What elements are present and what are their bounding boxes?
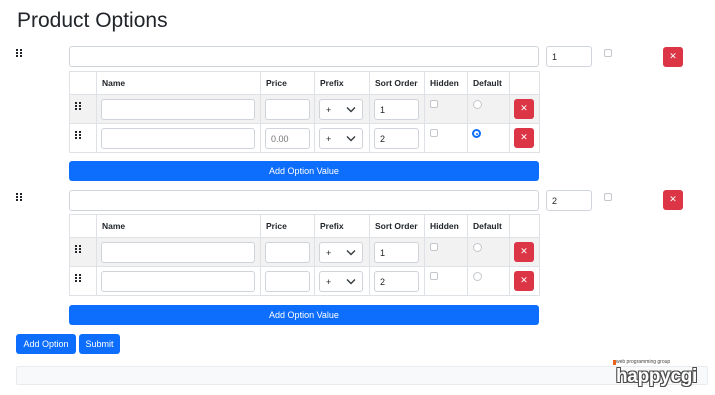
drag-handle-icon[interactable] bbox=[15, 193, 25, 203]
option-sort-order-input[interactable] bbox=[546, 46, 592, 67]
value-hidden-checkbox[interactable] bbox=[430, 129, 438, 137]
value-hidden-checkbox[interactable] bbox=[430, 243, 438, 251]
close-icon: ✕ bbox=[669, 195, 677, 205]
logo-tagline: web programming group bbox=[616, 359, 671, 365]
column-header-name: Name bbox=[96, 214, 261, 238]
value-prefix-select[interactable]: + bbox=[319, 99, 363, 120]
submit-button[interactable]: Submit bbox=[79, 334, 120, 354]
value-sort-order-input[interactable] bbox=[374, 242, 419, 263]
drag-header bbox=[69, 71, 97, 95]
column-header-price: Price bbox=[260, 214, 315, 238]
option-values-table: Name Price Prefix Sort Order Hidden Defa… bbox=[69, 214, 540, 296]
delete-value-button[interactable]: ✕ bbox=[514, 242, 534, 262]
delete-option-button[interactable]: ✕ bbox=[663, 47, 683, 67]
close-icon: ✕ bbox=[520, 276, 528, 286]
value-name-input[interactable] bbox=[101, 128, 255, 149]
value-default-radio[interactable] bbox=[473, 243, 482, 252]
action-header bbox=[509, 71, 540, 95]
option-values-table: Name Price Prefix Sort Order Hidden Defa… bbox=[69, 71, 540, 153]
column-header-default: Default bbox=[467, 71, 510, 95]
add-option-button[interactable]: Add Option bbox=[16, 334, 76, 354]
value-sort-order-input[interactable] bbox=[374, 99, 419, 120]
value-price-input[interactable] bbox=[265, 99, 310, 120]
option-hidden-checkbox[interactable] bbox=[604, 49, 612, 57]
drag-handle-icon[interactable] bbox=[74, 274, 84, 284]
drag-handle-icon[interactable] bbox=[15, 49, 25, 59]
value-default-radio[interactable] bbox=[473, 100, 482, 109]
add-option-value-button[interactable]: Add Option Value bbox=[69, 305, 539, 325]
value-default-radio[interactable] bbox=[473, 272, 482, 281]
drag-handle-icon[interactable] bbox=[74, 131, 84, 141]
bottom-bar bbox=[16, 366, 708, 385]
prefix-selected-value: + bbox=[326, 133, 332, 144]
column-header-sort-order: Sort Order bbox=[369, 71, 425, 95]
drag-handle-icon[interactable] bbox=[74, 245, 84, 255]
value-name-input[interactable] bbox=[101, 99, 255, 120]
value-sort-order-input[interactable] bbox=[374, 271, 419, 292]
table-row: + ✕ bbox=[69, 237, 540, 267]
value-name-input[interactable] bbox=[101, 242, 255, 263]
chevron-down-icon bbox=[346, 279, 356, 285]
prefix-selected-value: + bbox=[326, 276, 332, 287]
close-icon: ✕ bbox=[669, 52, 677, 62]
column-header-prefix: Prefix bbox=[314, 214, 370, 238]
action-header bbox=[509, 214, 540, 238]
chevron-down-icon bbox=[346, 250, 356, 256]
logo: happycgi bbox=[616, 366, 698, 387]
option-name-input[interactable] bbox=[69, 46, 539, 67]
value-prefix-select[interactable]: + bbox=[319, 271, 363, 292]
value-default-radio[interactable] bbox=[472, 129, 481, 138]
value-hidden-checkbox[interactable] bbox=[430, 272, 438, 280]
value-name-input[interactable] bbox=[101, 271, 255, 292]
table-row: + ✕ bbox=[69, 94, 540, 124]
prefix-selected-value: + bbox=[326, 104, 332, 115]
delete-value-button[interactable]: ✕ bbox=[514, 271, 534, 291]
add-option-value-button[interactable]: Add Option Value bbox=[69, 161, 539, 181]
column-header-hidden: Hidden bbox=[424, 71, 468, 95]
column-header-hidden: Hidden bbox=[424, 214, 468, 238]
close-icon: ✕ bbox=[520, 133, 528, 143]
delete-option-button[interactable]: ✕ bbox=[663, 190, 683, 210]
column-header-prefix: Prefix bbox=[314, 71, 370, 95]
close-icon: ✕ bbox=[520, 247, 528, 257]
option-name-input[interactable] bbox=[69, 190, 539, 211]
value-price-input[interactable] bbox=[265, 271, 310, 292]
close-icon: ✕ bbox=[520, 104, 528, 114]
drag-header bbox=[69, 214, 97, 238]
delete-value-button[interactable]: ✕ bbox=[514, 128, 534, 148]
value-prefix-select[interactable]: + bbox=[319, 128, 363, 149]
value-price-input[interactable] bbox=[265, 242, 310, 263]
column-header-default: Default bbox=[467, 214, 510, 238]
drag-handle-icon[interactable] bbox=[74, 102, 84, 112]
column-header-price: Price bbox=[260, 71, 315, 95]
value-price-input[interactable] bbox=[265, 128, 310, 149]
value-hidden-checkbox[interactable] bbox=[430, 100, 438, 108]
column-header-name: Name bbox=[96, 71, 261, 95]
value-sort-order-input[interactable] bbox=[374, 128, 419, 149]
table-row: + ✕ bbox=[69, 266, 540, 296]
chevron-down-icon bbox=[346, 107, 356, 113]
option-hidden-checkbox[interactable] bbox=[604, 193, 612, 201]
delete-value-button[interactable]: ✕ bbox=[514, 99, 534, 119]
page-title: Product Options bbox=[17, 9, 168, 32]
chevron-down-icon bbox=[346, 136, 356, 142]
prefix-selected-value: + bbox=[326, 247, 332, 258]
value-prefix-select[interactable]: + bbox=[319, 242, 363, 263]
column-header-sort-order: Sort Order bbox=[369, 214, 425, 238]
option-sort-order-input[interactable] bbox=[546, 190, 592, 211]
table-row: + ✕ bbox=[69, 123, 540, 153]
